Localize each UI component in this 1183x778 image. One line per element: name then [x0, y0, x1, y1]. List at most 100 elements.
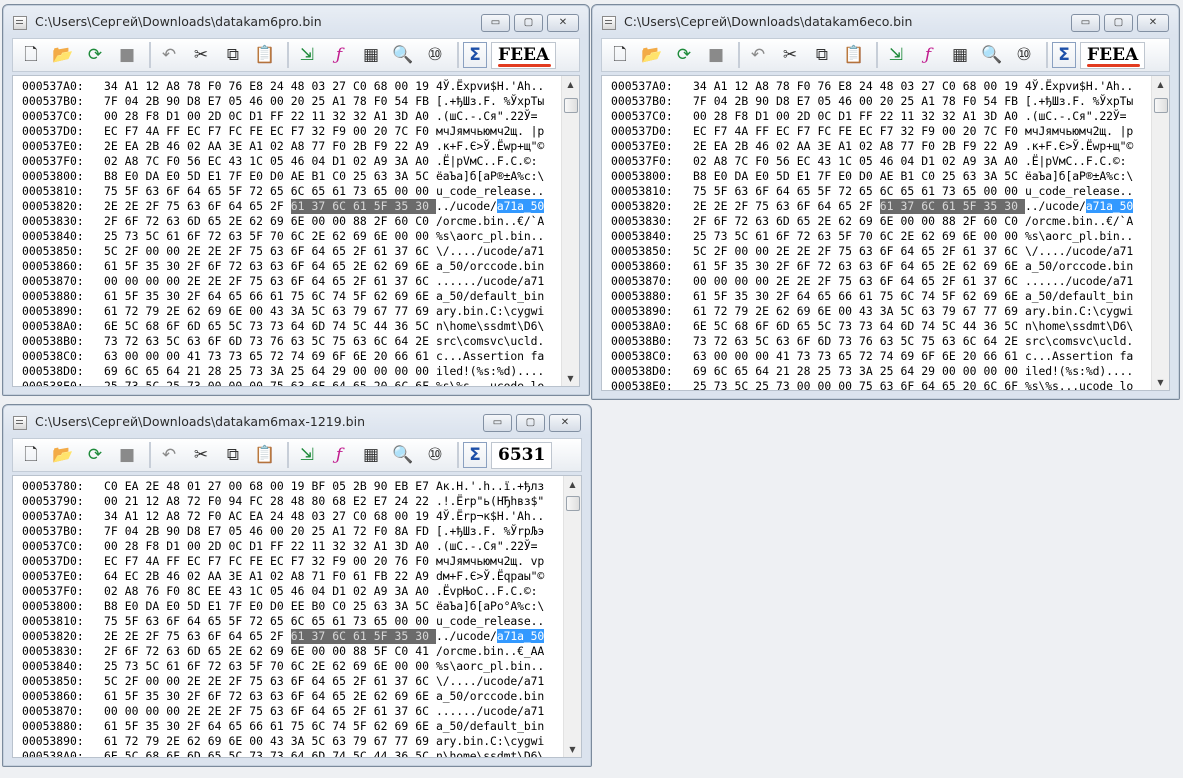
vertical-scrollbar[interactable]: ▲ ▼ [561, 76, 579, 386]
hex-byte[interactable]: 63 [374, 599, 395, 614]
hex-byte[interactable]: 00 [187, 109, 208, 124]
hex-byte[interactable]: 5C [229, 319, 250, 334]
row-ascii[interactable]: /orcme.bin..€/`А [436, 214, 554, 229]
hex-byte[interactable]: 27 [332, 509, 353, 524]
row-hex-bytes[interactable]: 02 A8 7C F0 56 EC 43 1C 05 46 04 D1 02 A9 3A A0 [104, 154, 436, 169]
hex-byte[interactable]: 6C [332, 199, 353, 214]
hex-byte[interactable]: 73 [249, 749, 270, 757]
hex-byte[interactable]: 20 [291, 524, 312, 539]
hex-byte[interactable]: 00 [921, 214, 942, 229]
hex-byte[interactable]: F0 [415, 554, 436, 569]
hex-byte[interactable]: B8 [104, 169, 125, 184]
hex-byte[interactable]: 6C [291, 614, 312, 629]
hex-byte[interactable]: 77 [312, 139, 333, 154]
hex-byte[interactable]: 02 [104, 584, 125, 599]
hex-row[interactable]: 000537E0: 2E EA 2B 46 02 AA 3E A1 02 A8 77 F0 2B F9 22 A… [611, 139, 1147, 154]
hex-byte[interactable]: D8 [187, 94, 208, 109]
hex-byte[interactable]: 2E [187, 704, 208, 719]
hex-byte[interactable]: A1 [838, 139, 859, 154]
hex-byte[interactable]: 01 [187, 479, 208, 494]
hex-byte[interactable]: 66 [838, 289, 859, 304]
hex-row[interactable]: 00053890: 61 72 79 2E 62 69 6E 00 43 3A 5C 63 79 67 77 6… [611, 304, 1147, 319]
hex-byte[interactable]: 6C [984, 379, 1005, 390]
hex-byte[interactable]: 75 [838, 274, 859, 289]
hex-byte[interactable]: 00 [735, 244, 756, 259]
hex-byte[interactable]: 24 [395, 494, 416, 509]
hex-byte[interactable]: 24 [270, 79, 291, 94]
hex-byte[interactable]: 72 [229, 689, 250, 704]
hex-byte[interactable]: 66 [984, 349, 1005, 364]
hex-byte[interactable]: 73 [208, 349, 229, 364]
hex-byte[interactable]: A8 [291, 569, 312, 584]
hex-byte[interactable]: 8A [395, 524, 416, 539]
hex-byte[interactable]: E7 [797, 94, 818, 109]
hex-byte[interactable]: D0 [859, 169, 880, 184]
hex-byte[interactable]: FD [415, 524, 436, 539]
hex-byte[interactable]: 79 [942, 304, 963, 319]
hex-byte[interactable]: 3A [395, 584, 416, 599]
hex-byte[interactable]: 75 [291, 719, 312, 734]
hex-byte[interactable]: 74 [332, 719, 353, 734]
hex-byte[interactable]: 61 [104, 719, 125, 734]
hex-byte[interactable]: 5C [125, 319, 146, 334]
hex-byte[interactable]: 3D [395, 109, 416, 124]
row-hex-bytes[interactable]: 2E EA 2B 46 02 AA 3E A1 02 A8 77 F0 2B F9 22 A9 [104, 139, 436, 154]
hex-byte[interactable]: 90 [166, 94, 187, 109]
hex-byte[interactable]: 2E [353, 259, 374, 274]
row-ascii[interactable]: ёаЪа]б[аР®±А%c:\ [1025, 169, 1143, 184]
hex-byte[interactable]: 63 [270, 244, 291, 259]
hex-byte[interactable]: 65 [838, 349, 859, 364]
hex-byte[interactable]: 5F [229, 614, 250, 629]
hex-byte[interactable]: 00 [166, 244, 187, 259]
hex-byte[interactable]: F0 [208, 509, 229, 524]
hex-byte[interactable]: C0 [921, 169, 942, 184]
hex-byte[interactable]: 69 [208, 304, 229, 319]
hex-byte[interactable]: 79 [146, 304, 167, 319]
hex-byte[interactable]: 65 [838, 199, 859, 214]
hex-byte[interactable]: 46 [880, 154, 901, 169]
hex-byte[interactable]: 61 [104, 289, 125, 304]
hex-byte[interactable]: 2F [187, 689, 208, 704]
row-hex-bytes[interactable]: 75 5F 63 6F 64 65 5F 72 65 6C 65 61 73 65 00 00 [693, 184, 1025, 199]
hex-byte[interactable]: 61 [921, 184, 942, 199]
hex-byte[interactable]: 79 [353, 304, 374, 319]
hex-byte[interactable]: 6E [104, 749, 125, 757]
hex-byte[interactable]: 6C [415, 674, 436, 689]
hex-byte[interactable]: 69 [104, 364, 125, 379]
hex-row[interactable]: 00053870: 00 00 00 00 2E 2E 2F 75 63 6F 64 65 2F 61 37 6… [22, 704, 559, 719]
ascii-selection[interactable]: a71a_50 [496, 199, 544, 213]
hex-byte[interactable]: 6F [797, 259, 818, 274]
hex-byte[interactable]: 36 [395, 319, 416, 334]
hex-byte[interactable]: 75 [104, 184, 125, 199]
hex-byte[interactable]: 22 [395, 139, 416, 154]
row-hex-bytes[interactable]: 7F 04 2B 90 D8 E7 05 46 00 20 25 A1 72 F0 8A FD [104, 524, 436, 539]
hex-byte[interactable]: 00 [415, 229, 436, 244]
hex-byte[interactable]: 2F [125, 674, 146, 689]
row-hex-bytes[interactable]: 61 5F 35 30 2F 6F 72 63 63 6F 64 65 2E 62 69 6E [104, 689, 436, 704]
hex-byte[interactable]: 6D [187, 749, 208, 757]
hex-byte[interactable]: D8 [776, 94, 797, 109]
hex-byte[interactable]: 37 [900, 199, 922, 214]
hex-row[interactable]: 00053800: B8 E0 DA E0 5D E1 7F E0 D0 AE B1 C0 25 63 3A 5… [611, 169, 1147, 184]
hex-rows[interactable]: 00053780: C0 EA 2E 48 01 27 00 68 00 19 BF 05 2B 90 EB E… [22, 479, 559, 757]
hex-byte[interactable]: 88 [353, 214, 374, 229]
hex-byte[interactable]: 73 [353, 184, 374, 199]
hex-byte[interactable]: 37 [395, 704, 416, 719]
hex-byte[interactable]: 2E [229, 644, 250, 659]
hex-byte[interactable]: A8 [166, 494, 187, 509]
hex-byte[interactable]: 27 [921, 79, 942, 94]
hex-byte[interactable]: 2F [353, 674, 374, 689]
hex-byte[interactable]: F0 [208, 79, 229, 94]
hex-byte[interactable]: 65 [859, 184, 880, 199]
hex-byte[interactable]: 65 [332, 674, 353, 689]
row-hex-bytes[interactable]: 5C 2F 00 00 2E 2E 2F 75 63 6F 64 65 2F 61 37 6C [104, 674, 436, 689]
hex-byte[interactable]: F0 [797, 79, 818, 94]
row-hex-bytes[interactable]: 5C 2F 00 00 2E 2E 2F 75 63 6F 64 65 2F 61 37 6C [693, 244, 1025, 259]
hex-byte[interactable]: 6F [880, 274, 901, 289]
hex-byte[interactable]: 72 [208, 659, 229, 674]
hex-byte[interactable]: C0 [942, 79, 963, 94]
hex-byte[interactable]: E7 [415, 479, 436, 494]
hex-byte[interactable]: 2E [229, 214, 250, 229]
hex-byte[interactable]: 73 [776, 379, 797, 390]
hex-byte[interactable]: 2F [187, 289, 208, 304]
